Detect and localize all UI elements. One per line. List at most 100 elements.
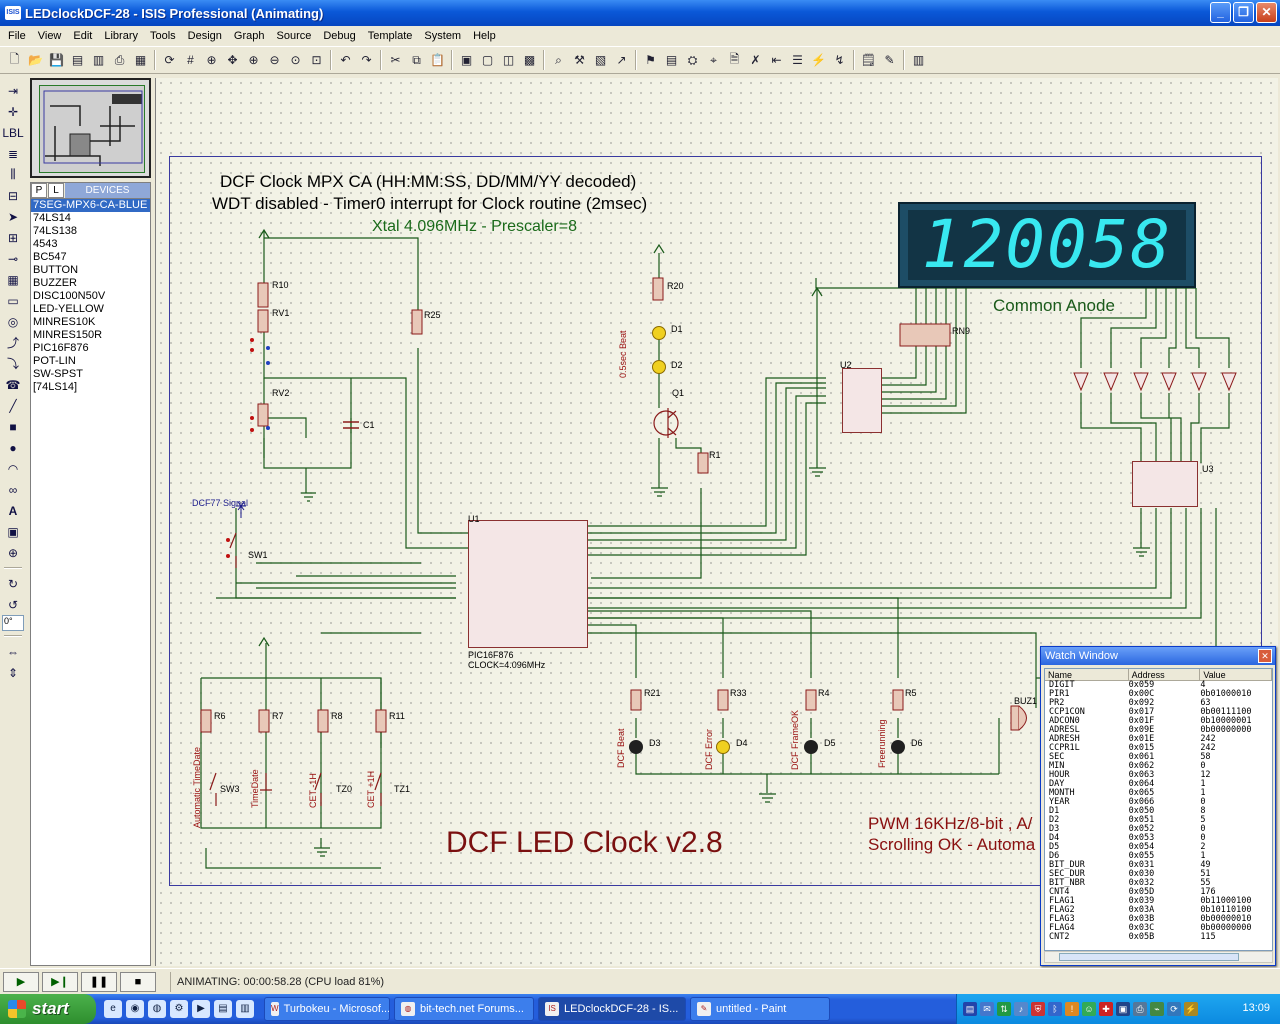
new-sheet-icon[interactable]: 🗎 (724, 50, 745, 71)
device-list-item[interactable]: 74LS14 (31, 212, 150, 225)
menu-system[interactable]: System (418, 30, 467, 42)
close-icon[interactable]: ✕ (1258, 649, 1272, 663)
redo-icon[interactable]: ↷ (356, 50, 377, 71)
device-list-item[interactable]: 74LS138 (31, 225, 150, 238)
menu-edit[interactable]: Edit (67, 30, 98, 42)
save-icon[interactable]: 💾 (46, 50, 67, 71)
cut-icon[interactable]: ✂ (385, 50, 406, 71)
pick-devices-tab[interactable]: P (31, 183, 47, 198)
watch-row[interactable]: YEAR 0x066 0 (1045, 798, 1272, 807)
bus-mode-icon[interactable]: ⫼ (2, 164, 24, 185)
component-mode-icon[interactable]: ⇥ (2, 80, 24, 101)
disk-icon[interactable]: ▤ (214, 1000, 232, 1018)
library-manager-tab[interactable]: L (48, 183, 64, 198)
start-button[interactable]: start (0, 994, 96, 1024)
device-list-item[interactable]: [74LS14] (31, 381, 150, 394)
menu-graph[interactable]: Graph (228, 30, 271, 42)
device-list-item[interactable]: LED-YELLOW (31, 303, 150, 316)
menu-help[interactable]: Help (467, 30, 502, 42)
device-list-item[interactable]: BC547 (31, 251, 150, 264)
minimize-icon[interactable]: _ (1210, 2, 1231, 23)
pick-device-icon[interactable]: ⌕ (548, 50, 569, 71)
block-delete-icon[interactable]: ▩ (519, 50, 540, 71)
netlist-to-ares-icon[interactable]: ↯ (829, 50, 850, 71)
ares-icon[interactable]: ▥ (908, 50, 929, 71)
marker-icon[interactable]: ⊕ (2, 542, 24, 563)
device-list-item[interactable]: BUZZER (31, 277, 150, 290)
power-icon[interactable]: ⚡ (1184, 1002, 1198, 1016)
block-copy-icon[interactable]: ▣ (456, 50, 477, 71)
remove-sheet-icon[interactable]: ✗ (745, 50, 766, 71)
watch-row[interactable]: CCPR1L 0x015 242 (1045, 744, 1272, 753)
folder-icon[interactable]: ▥ (236, 1000, 254, 1018)
monitor-icon[interactable]: ▣ (1116, 1002, 1130, 1016)
antivirus-icon[interactable]: ✚ (1099, 1002, 1113, 1016)
mirror-horizontal-icon[interactable]: ⇔ (2, 641, 24, 662)
box-icon[interactable]: ■ (2, 416, 24, 437)
overview-window[interactable] (30, 78, 151, 178)
device-list-item[interactable]: 4543 (31, 238, 150, 251)
grid-icon[interactable]: # (180, 50, 201, 71)
menu-design[interactable]: Design (182, 30, 228, 42)
voltage-probe-icon[interactable]: ⤴ (2, 332, 24, 353)
mirror-vertical-icon[interactable]: ⇕ (2, 662, 24, 683)
74ls138-chip[interactable] (1132, 461, 1198, 507)
col-address-header[interactable]: Address (1129, 669, 1201, 680)
notes-icon[interactable]: 🗒 (858, 50, 879, 71)
watch-row[interactable]: D4 0x053 0 (1045, 834, 1272, 843)
watch-row[interactable]: SEC 0x061 58 (1045, 753, 1272, 762)
electrical-rules-icon[interactable]: ⚡ (808, 50, 829, 71)
messenger-icon[interactable]: ☺ (1082, 1002, 1096, 1016)
paste-icon[interactable]: 📋 (427, 50, 448, 71)
device-list-item[interactable]: 7SEG-MPX6-CA-BLUE (31, 199, 150, 212)
undo-icon[interactable]: ↶ (335, 50, 356, 71)
usb-icon[interactable]: ⌁ (1150, 1002, 1164, 1016)
menu-view[interactable]: View (32, 30, 68, 42)
task-turbokeu[interactable]: W Turbokeu - Microsof... (264, 997, 390, 1021)
zoom-in-icon[interactable]: ⊕ (243, 50, 264, 71)
watch-horizontal-scrollbar[interactable] (1044, 951, 1273, 963)
menu-debug[interactable]: Debug (317, 30, 361, 42)
text-icon[interactable]: A (2, 500, 24, 521)
menu-library[interactable]: Library (98, 30, 144, 42)
decompose-icon[interactable]: ↗ (611, 50, 632, 71)
taskbar-clock[interactable]: 13:09 (1242, 1002, 1270, 1014)
col-name-header[interactable]: Name (1045, 669, 1129, 680)
generator-icon[interactable]: ◎ (2, 311, 24, 332)
refresh-icon[interactable]: ⟳ (159, 50, 180, 71)
seven-segment-display[interactable]: 120058 (898, 202, 1196, 288)
copy-icon[interactable]: ⧉ (406, 50, 427, 71)
menu-source[interactable]: Source (271, 30, 318, 42)
property-tool-icon[interactable]: ⛭ (682, 50, 703, 71)
device-list-item[interactable]: MINRES10K (31, 316, 150, 329)
graph-mode-icon[interactable]: ▦ (2, 269, 24, 290)
task-paint[interactable]: ✎ untitled - Paint (690, 997, 830, 1021)
watch-row[interactable]: HOUR 0x063 12 (1045, 771, 1272, 780)
watch-row[interactable]: D3 0x052 0 (1045, 825, 1272, 834)
new-file-icon[interactable]: 🗋 (4, 50, 25, 71)
tray-app-icon[interactable]: ▤ (963, 1002, 977, 1016)
ie-icon[interactable]: e (104, 1000, 122, 1018)
junction-mode-icon[interactable]: ✛ (2, 101, 24, 122)
wire-label-icon[interactable]: LBL (2, 122, 24, 143)
device-list-item[interactable]: MINRES150R (31, 329, 150, 342)
printer-icon[interactable]: ⎙ (1133, 1002, 1147, 1016)
maximize-icon[interactable]: ❐ (1233, 2, 1254, 23)
watch-window-titlebar[interactable]: Watch Window ✕ (1041, 647, 1275, 665)
bluetooth-icon[interactable]: ᛒ (1048, 1002, 1062, 1016)
subcircuit-icon[interactable]: ⊟ (2, 185, 24, 206)
symbol-icon[interactable]: ▣ (2, 521, 24, 542)
circle-icon[interactable]: ● (2, 437, 24, 458)
arc-icon[interactable]: ◠ (2, 458, 24, 479)
firefox-icon[interactable]: ◍ (148, 1000, 166, 1018)
step-button[interactable]: ▶❙ (42, 971, 78, 992)
scrollbar-thumb[interactable] (1059, 953, 1239, 961)
device-list-item[interactable]: BUTTON (31, 264, 150, 277)
print-icon[interactable]: ⎙ (109, 50, 130, 71)
device-list-item[interactable]: DISC100N50V (31, 290, 150, 303)
watch-list[interactable]: Name Address Value DIGIT 0x059 4 PIR1 0x00C 0… (1044, 668, 1273, 951)
origin-icon[interactable]: ⊕ (201, 50, 222, 71)
watch-row[interactable]: D1 0x050 8 (1045, 807, 1272, 816)
watch-row[interactable]: CNT2 0x05B 115 (1045, 933, 1272, 942)
source-edit-icon[interactable]: ✎ (879, 50, 900, 71)
